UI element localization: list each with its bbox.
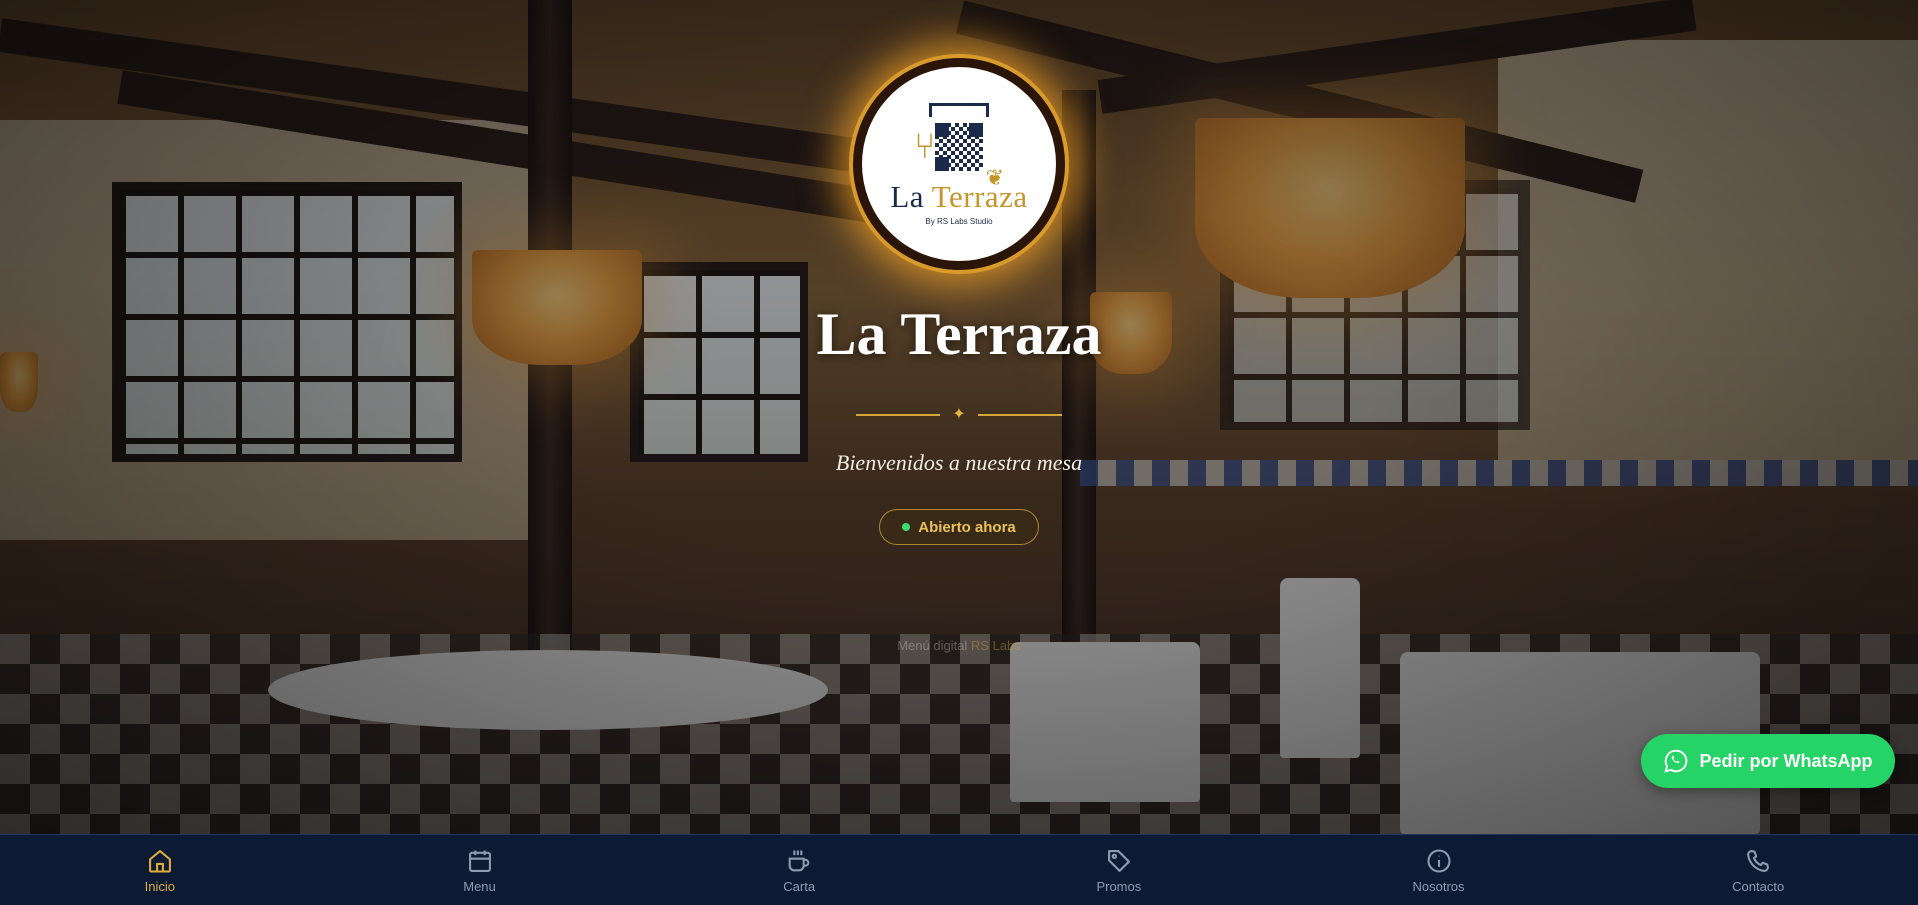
- home-icon: [148, 849, 171, 873]
- title-divider: ✦: [856, 406, 1062, 423]
- open-status-badge: Abierto ahora: [879, 509, 1039, 545]
- nav-item-label: Contacto: [1732, 878, 1785, 894]
- logo-brand-first: La: [890, 178, 925, 214]
- fork-icon: ⑂: [914, 125, 936, 166]
- nav-item-promos[interactable]: Promos: [959, 835, 1279, 905]
- nav-item-label: Promos: [1096, 878, 1142, 894]
- calendar-icon: [468, 850, 491, 872]
- bottom-nav: Inicio Menu Carta Promos Nosotros Contac…: [0, 834, 1918, 905]
- tag-icon: [1107, 849, 1130, 872]
- nav-item-carta[interactable]: Carta: [639, 835, 959, 905]
- whatsapp-order-button[interactable]: Pedir por WhatsApp: [1641, 734, 1895, 788]
- qr-code-icon: [935, 122, 983, 171]
- whatsapp-icon: [1664, 749, 1688, 773]
- phone-icon: [1747, 849, 1770, 872]
- nav-item-label: Menu: [463, 878, 496, 894]
- logo-byline: By RS Labs Studio: [925, 216, 993, 226]
- divider-line: [977, 414, 1062, 416]
- status-text: Abierto ahora: [918, 518, 1016, 536]
- nav-item-nosotros[interactable]: Nosotros: [1279, 835, 1599, 905]
- nav-item-label: Inicio: [144, 878, 176, 894]
- logo-brand-text: La Terraza: [890, 179, 1027, 215]
- nav-item-label: Carta: [783, 878, 816, 894]
- nav-item-label: Nosotros: [1412, 878, 1465, 894]
- info-icon: [1426, 848, 1451, 873]
- credit-link[interactable]: RS Labs: [971, 638, 1021, 653]
- sparkle-icon: ✦: [952, 406, 966, 423]
- page-title: La Terraza: [816, 301, 1102, 367]
- leaf-icon: ❦: [985, 165, 1004, 190]
- logo-brand-second: Terraza: [931, 178, 1028, 214]
- divider-line: [856, 414, 941, 416]
- nav-item-menu[interactable]: Menu: [320, 835, 640, 905]
- nav-item-contacto[interactable]: Contacto: [1598, 835, 1918, 905]
- restaurant-logo: ⑂ ❦ La Terraza By RS Labs Studio: [853, 58, 1065, 270]
- status-dot: [902, 523, 911, 531]
- hero-subtitle: Bienvenidos a nuestra mesa: [835, 450, 1083, 475]
- awning-icon: [929, 102, 989, 117]
- credit-text: Menú digital RS Labs: [0, 638, 1918, 653]
- nav-item-inicio[interactable]: Inicio: [0, 835, 320, 905]
- credit-prefix: Menú digital: [897, 638, 971, 653]
- whatsapp-button-label: Pedir por WhatsApp: [1699, 750, 1873, 771]
- coffee-icon: [788, 850, 810, 871]
